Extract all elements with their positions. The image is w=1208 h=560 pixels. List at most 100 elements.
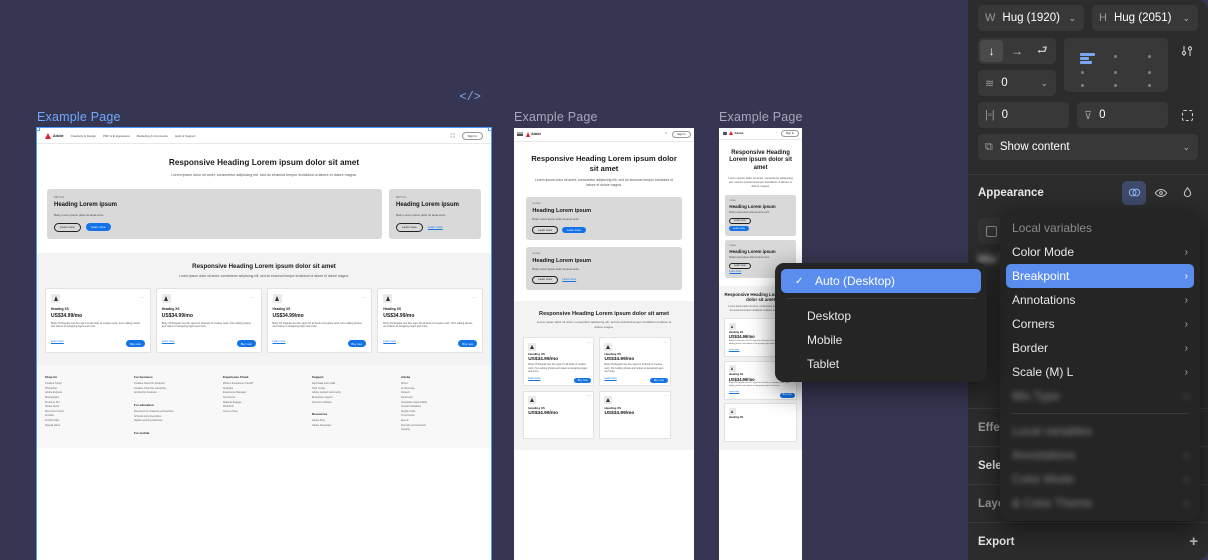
menu-item-corners[interactable]: Corners › <box>1000 312 1200 336</box>
sign-in-button[interactable]: Sign In <box>672 131 691 139</box>
align-dot[interactable] <box>1148 55 1151 58</box>
menu-item-annotations-2[interactable]: Annotations › <box>1000 443 1200 467</box>
feature-card[interactable]: DETAIL Heading Lorem ipsum Body Lorem ip… <box>389 189 481 239</box>
learn-more-outline-button[interactable]: Learn more <box>532 276 558 283</box>
card-overflow-icon[interactable]: ··· <box>663 341 667 345</box>
pricing-card[interactable]: ··· Heading XS US$34.99/mo Body XS Regul… <box>156 288 262 353</box>
feature-card[interactable]: DETAIL Heading Lorem ipsum Body Lorem ip… <box>526 247 682 290</box>
app-switcher-icon[interactable] <box>665 132 669 136</box>
pricing-card[interactable]: ··· Heading XS US$34.99/mo Body XS Regul… <box>45 288 151 353</box>
align-dot[interactable] <box>1081 84 1084 87</box>
pricing-learn-more-link[interactable]: Learn more <box>162 340 175 343</box>
learn-more-link[interactable]: Learn more <box>428 225 443 229</box>
buy-now-button[interactable]: Buy now <box>574 378 591 383</box>
footer-links[interactable]: Creative CloudPhotoshopAdobe ExpressPhot… <box>45 382 127 428</box>
learn-more-link[interactable]: Learn more <box>562 278 576 281</box>
advanced-layout-settings-icon[interactable] <box>1176 40 1198 62</box>
feature-card[interactable]: DETAIL Heading Lorem ipsum Body Lorem ip… <box>526 197 682 240</box>
card-overflow-icon[interactable]: ··· <box>663 394 667 398</box>
submenu-item-mobile[interactable]: Mobile <box>775 328 987 352</box>
footer-links[interactable]: Creative Cloud for businessCreative Clou… <box>134 382 216 396</box>
buy-now-button[interactable]: Buy now <box>650 378 667 383</box>
card-overflow-icon[interactable]: ··· <box>587 394 591 398</box>
footer-links[interactable]: AboutAI OverviewCareersNewsroomCorporate… <box>401 382 483 433</box>
learn-more-filled-button[interactable]: Learn more <box>86 223 111 231</box>
variables-context-menu[interactable]: Local variables Color Mode › Breakpoint … <box>1000 210 1200 521</box>
learn-more-outline-button[interactable]: Learn more <box>396 223 423 232</box>
learn-more-outline-button[interactable]: Learn more <box>729 263 750 269</box>
frame-body-tablet[interactable]: Adobe Sign In Responsive Heading Lorem i… <box>514 128 694 560</box>
gap-field[interactable]: ≋ 0 ⌄ <box>978 70 1056 96</box>
pricing-learn-more-link[interactable]: Learn more <box>273 340 286 343</box>
align-dot[interactable] <box>1081 71 1084 74</box>
clip-content-field[interactable]: ⧉ Show content ⌄ <box>978 134 1198 160</box>
menu-item-annotations[interactable]: Annotations › <box>1000 288 1200 312</box>
droplet-icon[interactable] <box>1176 182 1198 204</box>
pricing-card[interactable]: ··· Heading XS US$34.99/mo Body XS Regul… <box>599 337 670 386</box>
frame-tablet[interactable]: Example Page Adobe Sign In Respon <box>514 110 694 560</box>
pricing-learn-more-link[interactable]: Learn more <box>528 377 540 380</box>
menu-icon[interactable] <box>723 132 728 136</box>
card-overflow-icon[interactable]: ··· <box>361 295 366 300</box>
buy-now-button[interactable]: Buy now <box>458 340 477 347</box>
learn-more-link[interactable]: Learn more <box>729 271 741 273</box>
page-navbar[interactable]: Adobe Sign In <box>514 128 694 142</box>
page-navbar[interactable]: Adobe Sign In <box>719 128 802 140</box>
resize-handle-tr[interactable] <box>488 128 491 131</box>
width-field[interactable]: W Hug (1920) ⌄ <box>978 5 1084 31</box>
nav-item-0[interactable]: Creativity & Design <box>71 134 97 138</box>
resize-handle-tl[interactable] <box>37 128 40 131</box>
pricing-card[interactable]: ··· Heading XS US$34.99/mo <box>599 391 670 439</box>
frame-label-tablet[interactable]: Example Page <box>514 110 694 124</box>
app-switcher-icon[interactable] <box>450 133 455 138</box>
nav-item-3[interactable]: Help & Support <box>175 134 195 138</box>
eye-icon[interactable] <box>1150 182 1172 204</box>
menu-item-color-theme[interactable]: & Color Theme › <box>1000 491 1200 515</box>
pricing-card[interactable]: ··· Heading XS US$34.99/mo Body XS Regul… <box>523 337 594 386</box>
chevron-down-icon[interactable]: ⌄ <box>1178 13 1194 24</box>
footer-links[interactable]: Download and installHelp CenterAdobe sup… <box>312 382 394 405</box>
align-dot[interactable] <box>1114 84 1117 87</box>
card-overflow-icon[interactable]: ··· <box>587 341 591 345</box>
buy-now-button[interactable]: Buy now <box>348 340 367 347</box>
pricing-learn-more-link[interactable]: Learn more <box>51 340 64 343</box>
sign-in-button[interactable]: Sign In <box>781 130 798 137</box>
buy-now-button[interactable]: Buy now <box>237 340 256 347</box>
learn-more-outline-button[interactable]: Learn more <box>54 223 81 232</box>
frame-label-desktop[interactable]: Example Page <box>37 110 491 124</box>
section-export[interactable]: Export + <box>968 522 1208 560</box>
footer-links[interactable]: What is Experience Cloud?AnalyticsExperi… <box>223 382 305 414</box>
alignment-grid[interactable] <box>1064 38 1168 92</box>
menu-item-breakpoint[interactable]: Breakpoint › <box>1006 264 1194 288</box>
menu-item-color-mode[interactable]: Color Mode › <box>1000 240 1200 264</box>
vertical-padding-field[interactable]: ⊽ 0 <box>1077 102 1168 128</box>
pricing-learn-more-link[interactable]: Learn more <box>729 349 740 351</box>
menu-item-border[interactable]: Border › <box>1000 336 1200 360</box>
menu-item-mix-type[interactable]: Mix Type › <box>1000 384 1200 408</box>
layout-direction-segmented[interactable]: ↓ → ⮐ <box>978 38 1056 64</box>
footer-links[interactable]: Adobe blogAdobe Developer <box>312 419 394 428</box>
buy-now-button[interactable]: Buy now <box>126 340 145 347</box>
card-overflow-icon[interactable]: ··· <box>472 295 477 300</box>
menu-item-color-mode-2[interactable]: Color Mode › <box>1000 467 1200 491</box>
direction-wrap-button[interactable]: ⮐ <box>1031 40 1054 62</box>
pricing-card[interactable]: ··· Heading XS US$34.99/mo Body XS Regul… <box>267 288 373 353</box>
breakpoint-submenu[interactable]: ✓ Auto (Desktop) Desktop Mobile Tablet <box>775 263 987 382</box>
pricing-learn-more-link[interactable]: Learn more <box>729 391 740 393</box>
align-dot[interactable] <box>1114 71 1117 74</box>
learn-more-outline-button[interactable]: Learn more <box>729 218 750 224</box>
learn-more-outline-button[interactable]: Learn more <box>532 226 558 233</box>
nav-item-1[interactable]: PDF & E-signatures <box>103 134 130 138</box>
buy-now-button[interactable]: Buy now <box>780 393 795 397</box>
nav-item-2[interactable]: Marketing & Commerce <box>137 134 169 138</box>
page-navbar[interactable]: Adobe Creativity & Design PDF & E-signat… <box>37 128 491 144</box>
dev-mode-code-icon[interactable]: </> <box>459 90 481 104</box>
card-overflow-icon[interactable]: ··· <box>250 295 255 300</box>
align-dot[interactable] <box>1114 55 1117 58</box>
chevron-down-icon[interactable]: ⌄ <box>1036 78 1052 89</box>
sign-in-button[interactable]: Sign In <box>462 132 483 140</box>
footer-links[interactable]: Discounts for students and teachersSchoo… <box>134 410 216 424</box>
pricing-learn-more-link[interactable]: Learn more <box>383 340 396 343</box>
learn-more-filled-button[interactable]: Learn more <box>729 226 748 231</box>
submenu-item-auto-desktop[interactable]: ✓ Auto (Desktop) <box>781 269 981 293</box>
